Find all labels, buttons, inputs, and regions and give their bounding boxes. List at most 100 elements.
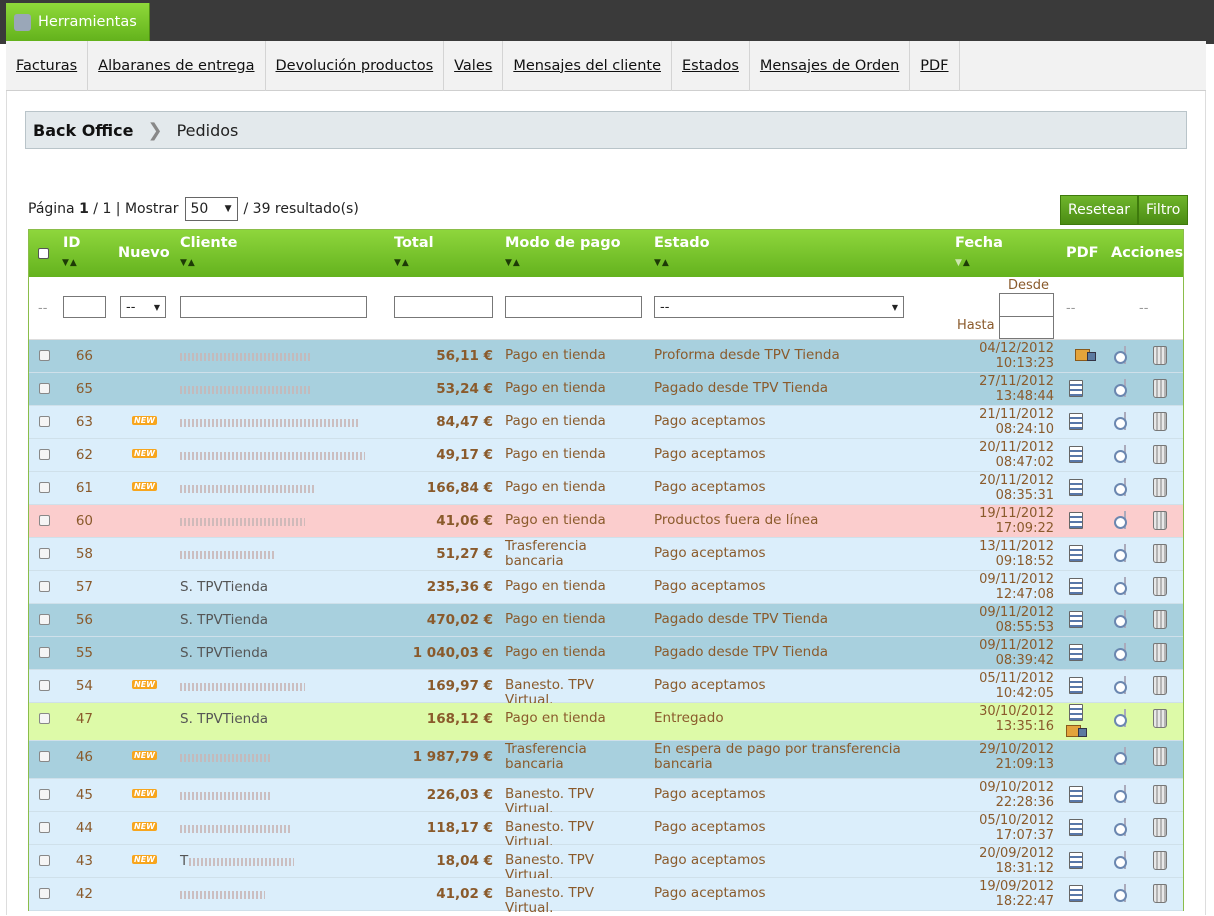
row-checkbox[interactable] <box>39 888 50 899</box>
invoice-icon[interactable] <box>1069 704 1083 721</box>
client-name[interactable]: S. TPVTienda <box>180 579 268 595</box>
table-row[interactable]: 46 NEW 1 987,79 € Trasferencia bancaria En e… <box>29 741 1183 779</box>
view-order-icon[interactable] <box>1124 544 1126 562</box>
delete-order-icon[interactable] <box>1153 577 1167 596</box>
table-row[interactable]: 45 NEW 226,03 € Banesto. TPV Virtual. Pago a… <box>29 779 1183 817</box>
table-row[interactable]: 42 41,02 € Banesto. TPV Virtual. Pago acept… <box>29 878 1183 916</box>
row-checkbox[interactable] <box>39 680 50 691</box>
row-checkbox[interactable] <box>39 515 50 526</box>
invoice-icon[interactable] <box>1069 677 1083 694</box>
row-checkbox[interactable] <box>39 822 50 833</box>
row-checkbox[interactable] <box>39 482 50 493</box>
row-checkbox[interactable] <box>39 350 50 361</box>
sort-client[interactable]: ▼▲ <box>180 258 196 268</box>
date-to-input[interactable] <box>999 316 1054 339</box>
submenu-item-3[interactable]: Vales <box>444 40 504 91</box>
table-row[interactable]: 54 NEW 169,97 € Banesto. TPV Virtual. Pago a… <box>29 670 1183 708</box>
invoice-icon[interactable] <box>1069 852 1083 869</box>
delete-order-icon[interactable] <box>1153 412 1167 431</box>
submenu-item-2[interactable]: Devolución productos <box>266 40 445 91</box>
row-checkbox[interactable] <box>39 614 50 625</box>
view-order-icon[interactable] <box>1124 412 1126 430</box>
delete-order-icon[interactable] <box>1153 851 1167 870</box>
tab-9[interactable]: Herramientas <box>6 3 150 41</box>
table-row[interactable]: 55 S. TPVTienda 1 040,03 € Pago en tienda Pa… <box>29 637 1183 670</box>
delete-order-icon[interactable] <box>1153 379 1167 398</box>
row-checkbox[interactable] <box>39 449 50 460</box>
view-order-icon[interactable] <box>1124 445 1126 463</box>
view-order-icon[interactable] <box>1124 346 1126 364</box>
table-row[interactable]: 58 51,27 € Trasferencia bancaria Pago acept… <box>29 538 1183 571</box>
view-order-icon[interactable] <box>1124 379 1126 397</box>
new-filter-select[interactable]: -- ▼ <box>120 296 166 318</box>
submenu-item-4[interactable]: Mensajes del cliente <box>503 40 672 91</box>
delete-order-icon[interactable] <box>1153 676 1167 695</box>
submenu-item-0[interactable]: Facturas <box>6 40 89 91</box>
sort-status[interactable]: ▼▲ <box>654 258 670 268</box>
table-row[interactable]: 66 56,11 € Pago en tienda Proforma desde TP… <box>29 340 1183 373</box>
submenu-item-7[interactable]: PDF <box>910 40 960 91</box>
view-order-icon[interactable] <box>1124 643 1126 661</box>
delete-order-icon[interactable] <box>1153 884 1167 903</box>
table-row[interactable]: 57 S. TPVTienda 235,36 € Pago en tienda Pago… <box>29 571 1183 604</box>
client-filter-input[interactable] <box>180 296 367 318</box>
invoice-icon[interactable] <box>1069 545 1083 562</box>
invoice-icon[interactable] <box>1069 611 1083 628</box>
table-row[interactable]: 43 NEW T 18,04 € Banesto. TPV Virtual. Pago a… <box>29 845 1183 883</box>
delete-order-icon[interactable] <box>1153 478 1167 497</box>
sort-total[interactable]: ▼▲ <box>394 258 410 268</box>
row-checkbox[interactable] <box>39 581 50 592</box>
table-row[interactable]: 63 NEW 84,47 € Pago en tienda Pago aceptamos… <box>29 406 1183 439</box>
row-checkbox[interactable] <box>39 751 50 762</box>
row-checkbox[interactable] <box>39 789 50 800</box>
delete-order-icon[interactable] <box>1153 511 1167 530</box>
invoice-icon[interactable] <box>1069 413 1083 430</box>
row-checkbox[interactable] <box>39 713 50 724</box>
client-name[interactable]: S. TPVTienda <box>180 645 268 661</box>
table-row[interactable]: 56 S. TPVTienda 470,02 € Pago en tienda Paga… <box>29 604 1183 637</box>
delete-order-icon[interactable] <box>1153 709 1167 728</box>
date-from-input[interactable] <box>999 293 1054 317</box>
view-order-icon[interactable] <box>1124 577 1126 595</box>
view-order-icon[interactable] <box>1124 747 1126 765</box>
table-row[interactable]: 60 41,06 € Pago en tienda Productos fuera d… <box>29 505 1183 538</box>
invoice-icon[interactable] <box>1069 885 1083 902</box>
view-order-icon[interactable] <box>1124 709 1126 727</box>
invoice-icon[interactable] <box>1069 512 1083 529</box>
view-order-icon[interactable] <box>1124 511 1126 529</box>
submenu-item-5[interactable]: Estados <box>672 40 750 91</box>
invoice-icon[interactable] <box>1069 644 1083 661</box>
invoice-icon[interactable] <box>1069 819 1083 836</box>
client-name[interactable]: S. TPVTienda <box>180 612 268 628</box>
delete-order-icon[interactable] <box>1153 445 1167 464</box>
breadcrumb-home[interactable]: Back Office <box>33 121 133 140</box>
view-order-icon[interactable] <box>1124 785 1126 803</box>
invoice-icon[interactable] <box>1069 446 1083 463</box>
delete-order-icon[interactable] <box>1153 785 1167 804</box>
submenu-item-1[interactable]: Albaranes de entrega <box>88 40 266 91</box>
per-page-select[interactable]: 50 ▼ <box>184 197 238 221</box>
select-all-checkbox[interactable] <box>38 247 49 263</box>
row-checkbox[interactable] <box>39 416 50 427</box>
view-order-icon[interactable] <box>1124 818 1126 836</box>
payment-filter-input[interactable] <box>505 296 642 318</box>
reset-button[interactable]: Resetear <box>1060 195 1139 225</box>
delete-order-icon[interactable] <box>1153 747 1167 766</box>
view-order-icon[interactable] <box>1124 610 1126 628</box>
view-order-icon[interactable] <box>1124 851 1126 869</box>
delete-order-icon[interactable] <box>1153 818 1167 837</box>
view-order-icon[interactable] <box>1124 884 1126 902</box>
delete-order-icon[interactable] <box>1153 544 1167 563</box>
invoice-icon[interactable] <box>1069 578 1083 595</box>
sort-date[interactable]: ▼▲ <box>955 258 971 268</box>
invoice-icon[interactable] <box>1069 380 1083 397</box>
row-checkbox[interactable] <box>39 383 50 394</box>
sort-id[interactable]: ▼▲ <box>62 258 78 268</box>
client-initial[interactable]: T <box>180 853 188 869</box>
invoice-icon[interactable] <box>1069 786 1083 803</box>
total-filter-input[interactable] <box>394 296 493 318</box>
delete-order-icon[interactable] <box>1153 346 1167 365</box>
row-checkbox[interactable] <box>39 647 50 658</box>
filter-button[interactable]: Filtro <box>1138 195 1189 225</box>
id-filter-input[interactable] <box>63 296 106 318</box>
